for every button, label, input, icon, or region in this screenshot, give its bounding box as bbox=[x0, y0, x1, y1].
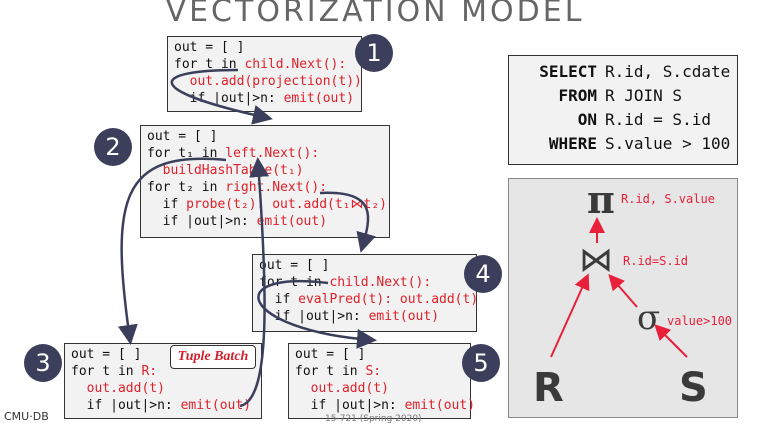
sql-query-box: SELECT R.id, S.cdate FROM R JOIN S ON R.… bbox=[508, 55, 738, 165]
code-line: if |out|>n: emit(out) bbox=[259, 308, 470, 325]
selection-label: value>100 bbox=[667, 314, 732, 328]
sql-clause: R.id, S.cdate bbox=[605, 62, 731, 81]
code-text: if |out|>n: bbox=[295, 398, 405, 413]
code-line: if probe(t₂): out.add(t₁⋈t₂) bbox=[147, 196, 387, 213]
code-line: if |out|>n: emit(out) bbox=[71, 397, 255, 414]
code-highlight: out.add(projection(t)) bbox=[189, 74, 362, 89]
code-line: for t₂ in right.Next(): bbox=[147, 179, 383, 196]
code-highlight: child.Next(): bbox=[244, 57, 347, 72]
code-line: for t₁ in left.Next(): bbox=[147, 145, 383, 162]
table-r-label: R bbox=[533, 365, 564, 411]
code-line: for t in child.Next(): bbox=[174, 56, 355, 73]
tuple-batch-callout: Tuple Batch bbox=[170, 345, 256, 369]
code-text: if |out|>n: bbox=[259, 309, 369, 324]
edge-r-to-join bbox=[550, 273, 590, 358]
sql-clause: S.value > 100 bbox=[605, 134, 731, 153]
code-text: out = [ ] bbox=[259, 258, 330, 273]
operator-4-code: out = [ ] for t in child.Next(): if evalP… bbox=[252, 254, 479, 332]
sql-row-where: WHERE S.value > 100 bbox=[509, 132, 737, 156]
code-line: out = [ ] bbox=[259, 257, 470, 274]
selection-symbol: σ bbox=[637, 298, 660, 338]
code-text: if |out|>n: bbox=[147, 214, 257, 229]
code-text: for t in bbox=[174, 57, 245, 72]
sql-keyword: WHERE bbox=[548, 134, 597, 153]
code-text: out = [ ] bbox=[295, 347, 366, 362]
projection-symbol: π bbox=[587, 179, 615, 222]
sql-keyword: SELECT bbox=[539, 62, 597, 81]
code-highlight: probe(t₂): out.add(t₁⋈t₂) bbox=[186, 197, 387, 212]
code-text: for t in bbox=[71, 364, 142, 379]
code-line: if |out|>n: emit(out) bbox=[295, 397, 475, 414]
code-line: if |out|>n: emit(out) bbox=[174, 90, 355, 107]
code-line: if evalPred(t): out.add(t) bbox=[259, 291, 479, 308]
code-line: out.add(t) bbox=[71, 380, 255, 397]
sql-row-select: SELECT R.id, S.cdate bbox=[509, 60, 737, 84]
code-text: if bbox=[147, 197, 187, 212]
query-plan-tree: π R.id, S.value ⋈ R.id=S.id σ value>100 … bbox=[533, 177, 732, 411]
code-line: for t in child.Next(): bbox=[259, 274, 470, 291]
sql-row-from: FROM R JOIN S bbox=[509, 84, 737, 108]
code-highlight: left.Next(): bbox=[225, 146, 320, 161]
operator-1-code: out = [ ] for t in child.Next(): out.add(… bbox=[167, 36, 362, 112]
sql-row-on: ON R.id = S.id bbox=[509, 108, 737, 132]
operator-2-code: out = [ ] for t₁ in left.Next(): buildHas… bbox=[140, 125, 390, 238]
code-highlight: emit(out) bbox=[180, 398, 252, 413]
operator-1-number: 1 bbox=[355, 34, 393, 72]
sql-keyword: ON bbox=[577, 110, 597, 129]
code-highlight: out.add(t) bbox=[310, 381, 389, 396]
code-highlight: emit(out) bbox=[256, 214, 328, 229]
edge-s-to-selection bbox=[654, 324, 688, 358]
code-highlight: emit(out) bbox=[368, 309, 440, 324]
sql-keyword: FROM bbox=[558, 86, 597, 105]
code-highlight: buildHashTable(t₁) bbox=[162, 163, 304, 178]
code-line: out = [ ] bbox=[147, 128, 383, 145]
code-text: if |out|>n: bbox=[174, 91, 284, 106]
code-line: for t in S: bbox=[295, 363, 464, 380]
code-highlight: child.Next(): bbox=[329, 275, 432, 290]
operator-5-number: 5 bbox=[462, 344, 500, 382]
code-highlight: emit(out) bbox=[283, 91, 355, 106]
code-line: if |out|>n: emit(out) bbox=[147, 213, 383, 230]
footer-course-text: 15-721 (Spring 2020) bbox=[325, 414, 422, 424]
code-highlight: out.add(t) bbox=[86, 381, 165, 396]
code-text: for t in bbox=[295, 364, 366, 379]
code-text: out = [ ] bbox=[71, 347, 142, 362]
code-highlight: R: bbox=[141, 364, 158, 379]
code-highlight: emit(out) bbox=[404, 398, 476, 413]
operator-5-code: out = [ ] for t in S: out.add(t) if |out|… bbox=[288, 343, 475, 419]
operator-3-number: 3 bbox=[24, 344, 62, 382]
code-text: out = [ ] bbox=[147, 129, 218, 144]
join-symbol: ⋈ bbox=[579, 240, 613, 280]
join-label: R.id=S.id bbox=[623, 254, 688, 268]
operator-4-number: 4 bbox=[464, 255, 502, 293]
footer-logo-text: CMU·DB bbox=[4, 410, 49, 423]
sql-clause: R.id = S.id bbox=[605, 110, 711, 129]
code-text: out = [ ] bbox=[174, 40, 245, 55]
operator-2-number: 2 bbox=[94, 128, 132, 166]
code-text: for t₁ in bbox=[147, 146, 226, 161]
code-text: for t₂ in bbox=[147, 180, 226, 195]
code-text: if bbox=[259, 292, 299, 307]
code-line: out.add(t) bbox=[295, 380, 464, 397]
projection-label: R.id, S.value bbox=[621, 192, 715, 206]
code-highlight: evalPred(t): out.add(t) bbox=[298, 292, 479, 307]
code-line: buildHashTable(t₁) bbox=[147, 162, 383, 179]
code-highlight: right.Next(): bbox=[225, 180, 328, 195]
code-highlight: S: bbox=[365, 364, 382, 379]
edge-selection-to-join bbox=[608, 273, 638, 308]
sql-clause: R JOIN S bbox=[605, 86, 683, 105]
table-s-label: S bbox=[679, 365, 708, 411]
query-plan-panel: π R.id, S.value ⋈ R.id=S.id σ value>100 … bbox=[508, 177, 738, 418]
code-text: if |out|>n: bbox=[71, 398, 181, 413]
slide-title: VECTORIZATION MODEL bbox=[165, 0, 585, 29]
code-text: for t in bbox=[259, 275, 330, 290]
code-line: out = [ ] bbox=[295, 346, 464, 363]
code-line: out.add(projection(t)) bbox=[174, 73, 362, 90]
code-line: out = [ ] bbox=[174, 39, 355, 56]
